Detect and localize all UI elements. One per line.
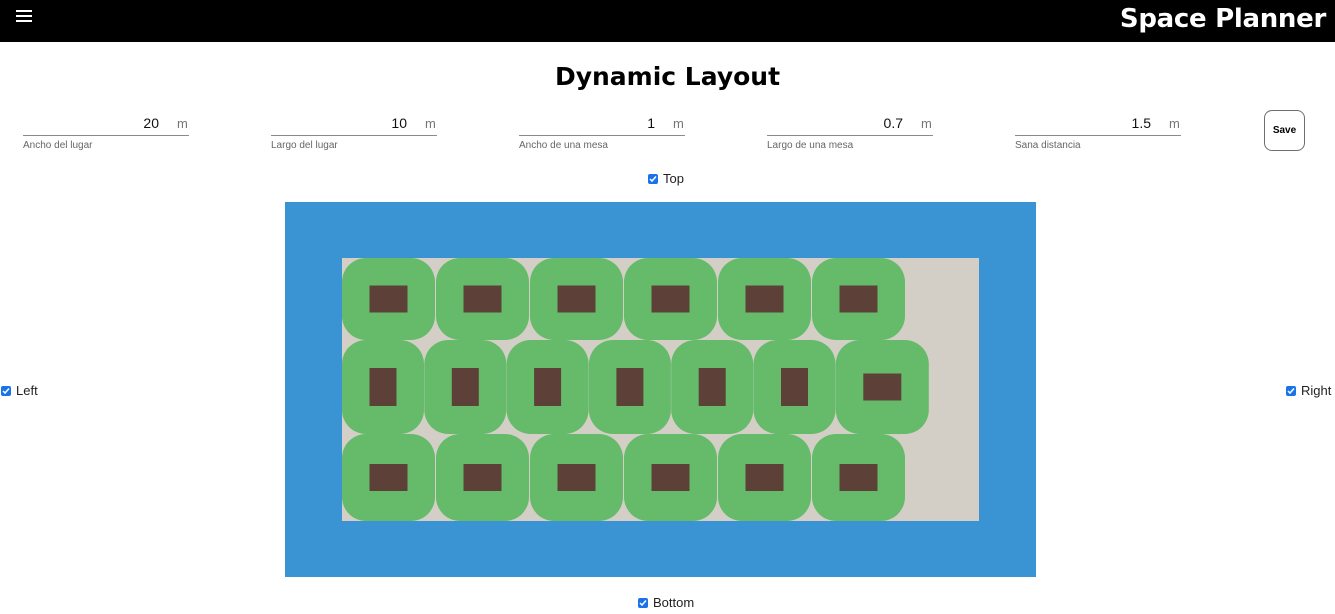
checkbox-checked-icon[interactable] (1286, 385, 1296, 396)
top-app-bar: Space Planner (0, 0, 1335, 42)
table (698, 368, 726, 406)
table (463, 464, 502, 491)
table (463, 285, 502, 313)
field-unit: m (177, 116, 188, 131)
field-unit: m (921, 116, 932, 131)
checkbox-checked-icon[interactable] (648, 173, 658, 184)
field-unit: m (673, 116, 684, 131)
field-unit: m (425, 116, 436, 131)
table (745, 464, 784, 491)
field-unit: m (1169, 116, 1180, 131)
table (369, 285, 408, 313)
bottom-checkbox-label: Bottom (653, 595, 695, 610)
left-checkbox-label: Left (16, 383, 38, 398)
table (369, 464, 408, 491)
field-label: Ancho del lugar (23, 140, 93, 151)
checkbox-checked-icon[interactable] (638, 597, 648, 608)
ancho-del-lugar-field[interactable]: 20 m Ancho del lugar (23, 112, 189, 152)
table (839, 464, 878, 491)
ancho-de-una-mesa-field[interactable]: 1 m Ancho de una mesa (519, 112, 685, 152)
field-label: Ancho de una mesa (519, 140, 608, 151)
field-value[interactable]: 20 (143, 115, 159, 131)
table (451, 368, 479, 406)
top-checkbox-label: Top (663, 171, 684, 186)
table (781, 368, 808, 406)
sana-distancia-field[interactable]: 1.5 m Sana distancia (1015, 112, 1181, 152)
field-label: Largo del lugar (271, 140, 338, 151)
save-button[interactable]: Save (1264, 110, 1305, 151)
app-title: Space Planner (1119, 4, 1326, 34)
largo-del-lugar-field[interactable]: 10 m Largo del lugar (271, 112, 437, 152)
left-checkbox[interactable]: Left (1, 383, 38, 398)
right-checkbox-label: Right (1301, 383, 1332, 398)
field-underline (271, 135, 437, 136)
table (616, 368, 644, 406)
page-title: Dynamic Layout (554, 62, 781, 91)
right-checkbox[interactable]: Right (1286, 383, 1331, 398)
field-value[interactable]: 0.7 (884, 115, 903, 131)
field-underline (519, 135, 685, 136)
table (651, 464, 690, 491)
field-underline (23, 135, 189, 136)
field-label: Largo de una mesa (767, 140, 854, 151)
table (369, 368, 397, 406)
table (863, 373, 902, 401)
hamburger-menu-icon[interactable] (16, 10, 32, 23)
table (534, 368, 562, 406)
bottom-checkbox[interactable]: Bottom (638, 595, 694, 610)
checkbox-checked-icon[interactable] (1, 385, 11, 396)
field-value[interactable]: 10 (391, 115, 407, 131)
table (651, 285, 690, 313)
floor-plan-canvas (285, 202, 1036, 577)
field-underline (767, 135, 933, 136)
table (745, 285, 784, 313)
field-underline (1015, 135, 1181, 136)
table (839, 285, 878, 313)
top-checkbox[interactable]: Top (648, 171, 684, 186)
table (557, 285, 596, 313)
table (557, 464, 596, 491)
largo-de-una-mesa-field[interactable]: 0.7 m Largo de una mesa (767, 112, 933, 152)
field-value[interactable]: 1.5 (1132, 115, 1151, 131)
field-value[interactable]: 1 (647, 115, 655, 131)
field-label: Sana distancia (1015, 140, 1081, 151)
